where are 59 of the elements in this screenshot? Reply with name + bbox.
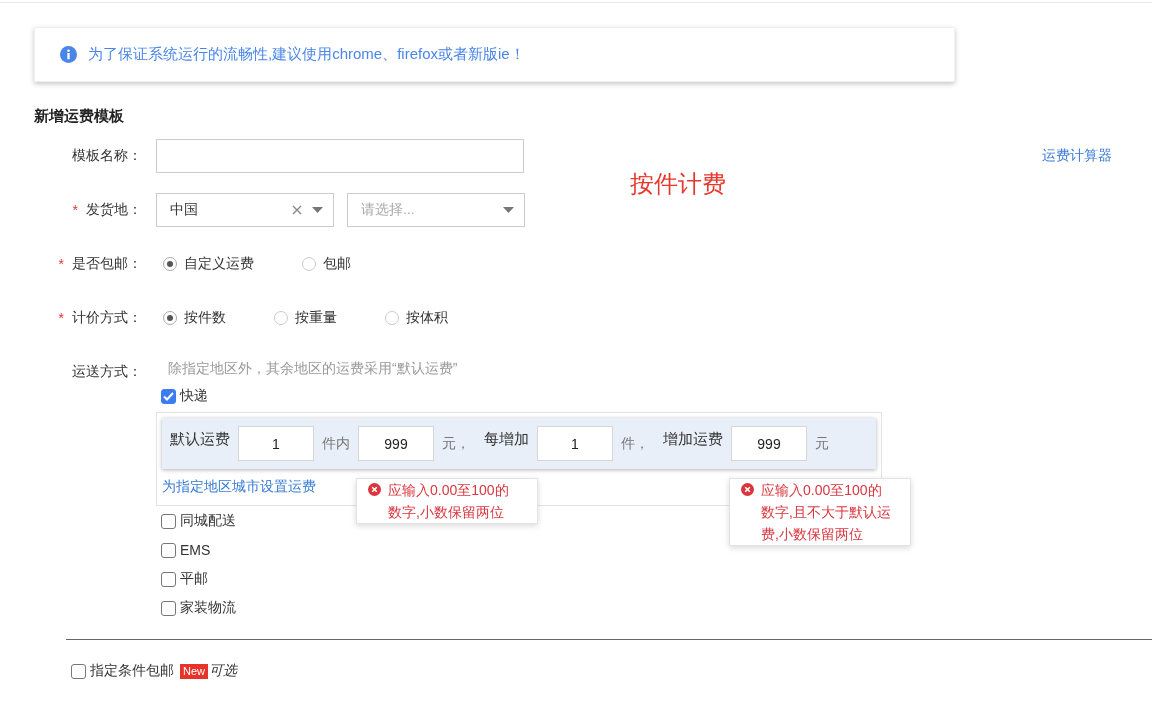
checkbox-label[interactable]: 家装物流 — [180, 599, 236, 617]
rate-input[interactable]: 999 — [358, 426, 434, 461]
radio-option[interactable]: 按重量 — [274, 309, 337, 327]
required-marker: * — [58, 310, 64, 326]
checkbox[interactable] — [71, 663, 86, 679]
radio-option[interactable]: 按件数 — [163, 309, 226, 327]
checkbox[interactable] — [161, 388, 176, 404]
checkbox-label[interactable]: 同城配送 — [180, 512, 236, 530]
notice-text: 为了保证系统运行的流畅性,建议使用chrome、firefox或者新版ie！ — [88, 45, 525, 64]
caret-icon — [503, 207, 514, 213]
checkbox[interactable] — [161, 542, 176, 558]
rate-input[interactable]: 1 — [238, 426, 314, 461]
checkbox-label[interactable]: EMS — [180, 542, 211, 558]
region-rate-link[interactable]: 为指定地区城市设置运费 — [162, 476, 316, 496]
radio-option[interactable]: 包邮 — [302, 255, 351, 273]
page-title: 新增运费模板 — [34, 106, 124, 126]
rate-label: 增加运费 — [663, 430, 723, 449]
optional-note: 可选 — [209, 662, 237, 680]
error-message: 应输入0.00至100的数字,且不大于默认运费,小数保留两位 — [761, 481, 892, 544]
rate-label: 每增加 — [484, 430, 529, 449]
required-marker: * — [72, 202, 78, 218]
hint-text: 除指定地区外，其余地区的运费采用“默认运费” — [167, 359, 458, 378]
field-label: 模板名称： — [72, 147, 142, 165]
checkbox-label[interactable]: 指定条件包邮 — [90, 662, 174, 680]
clear-icon[interactable] — [292, 205, 302, 215]
field-label: 计价方式： — [72, 309, 142, 327]
radio-button[interactable] — [163, 257, 177, 271]
unit-label: 元 — [815, 434, 829, 453]
checkbox[interactable] — [161, 600, 176, 616]
unit-label: 件内 — [322, 434, 350, 453]
radio-button[interactable] — [163, 311, 177, 325]
error-icon — [741, 483, 754, 496]
radio-button[interactable] — [274, 311, 288, 325]
text-input[interactable] — [156, 139, 524, 173]
checkbox-label[interactable]: 平邮 — [180, 570, 208, 588]
radio-button[interactable] — [302, 257, 316, 271]
checkbox[interactable] — [161, 571, 176, 587]
field-label: 是否包邮： — [72, 255, 142, 273]
field-label: 运送方式： — [72, 363, 142, 381]
new-badge: New — [180, 663, 208, 679]
rate-input[interactable]: 999 — [731, 426, 807, 461]
info-icon — [60, 46, 77, 63]
annotation-text: 按件计费 — [630, 169, 726, 199]
error-message: 应输入0.00至100的数字,小数保留两位 — [388, 481, 510, 522]
error-icon — [368, 483, 381, 496]
unit-label: 件， — [621, 434, 649, 453]
select-dropdown[interactable]: 中国 — [156, 193, 334, 227]
field-label: 发货地： — [86, 201, 142, 219]
caret-icon — [312, 207, 323, 213]
calculator-link[interactable]: 运费计算器 — [1042, 147, 1112, 165]
checkbox-label[interactable]: 快递 — [180, 387, 208, 405]
radio-option[interactable]: 按体积 — [385, 309, 448, 327]
radio-option[interactable]: 自定义运费 — [163, 255, 254, 273]
rate-input[interactable]: 1 — [537, 426, 613, 461]
unit-label: 元， — [442, 434, 470, 453]
required-marker: * — [58, 256, 64, 272]
rate-label: 默认运费 — [170, 430, 230, 449]
checkbox[interactable] — [161, 513, 176, 529]
radio-button[interactable] — [385, 311, 399, 325]
